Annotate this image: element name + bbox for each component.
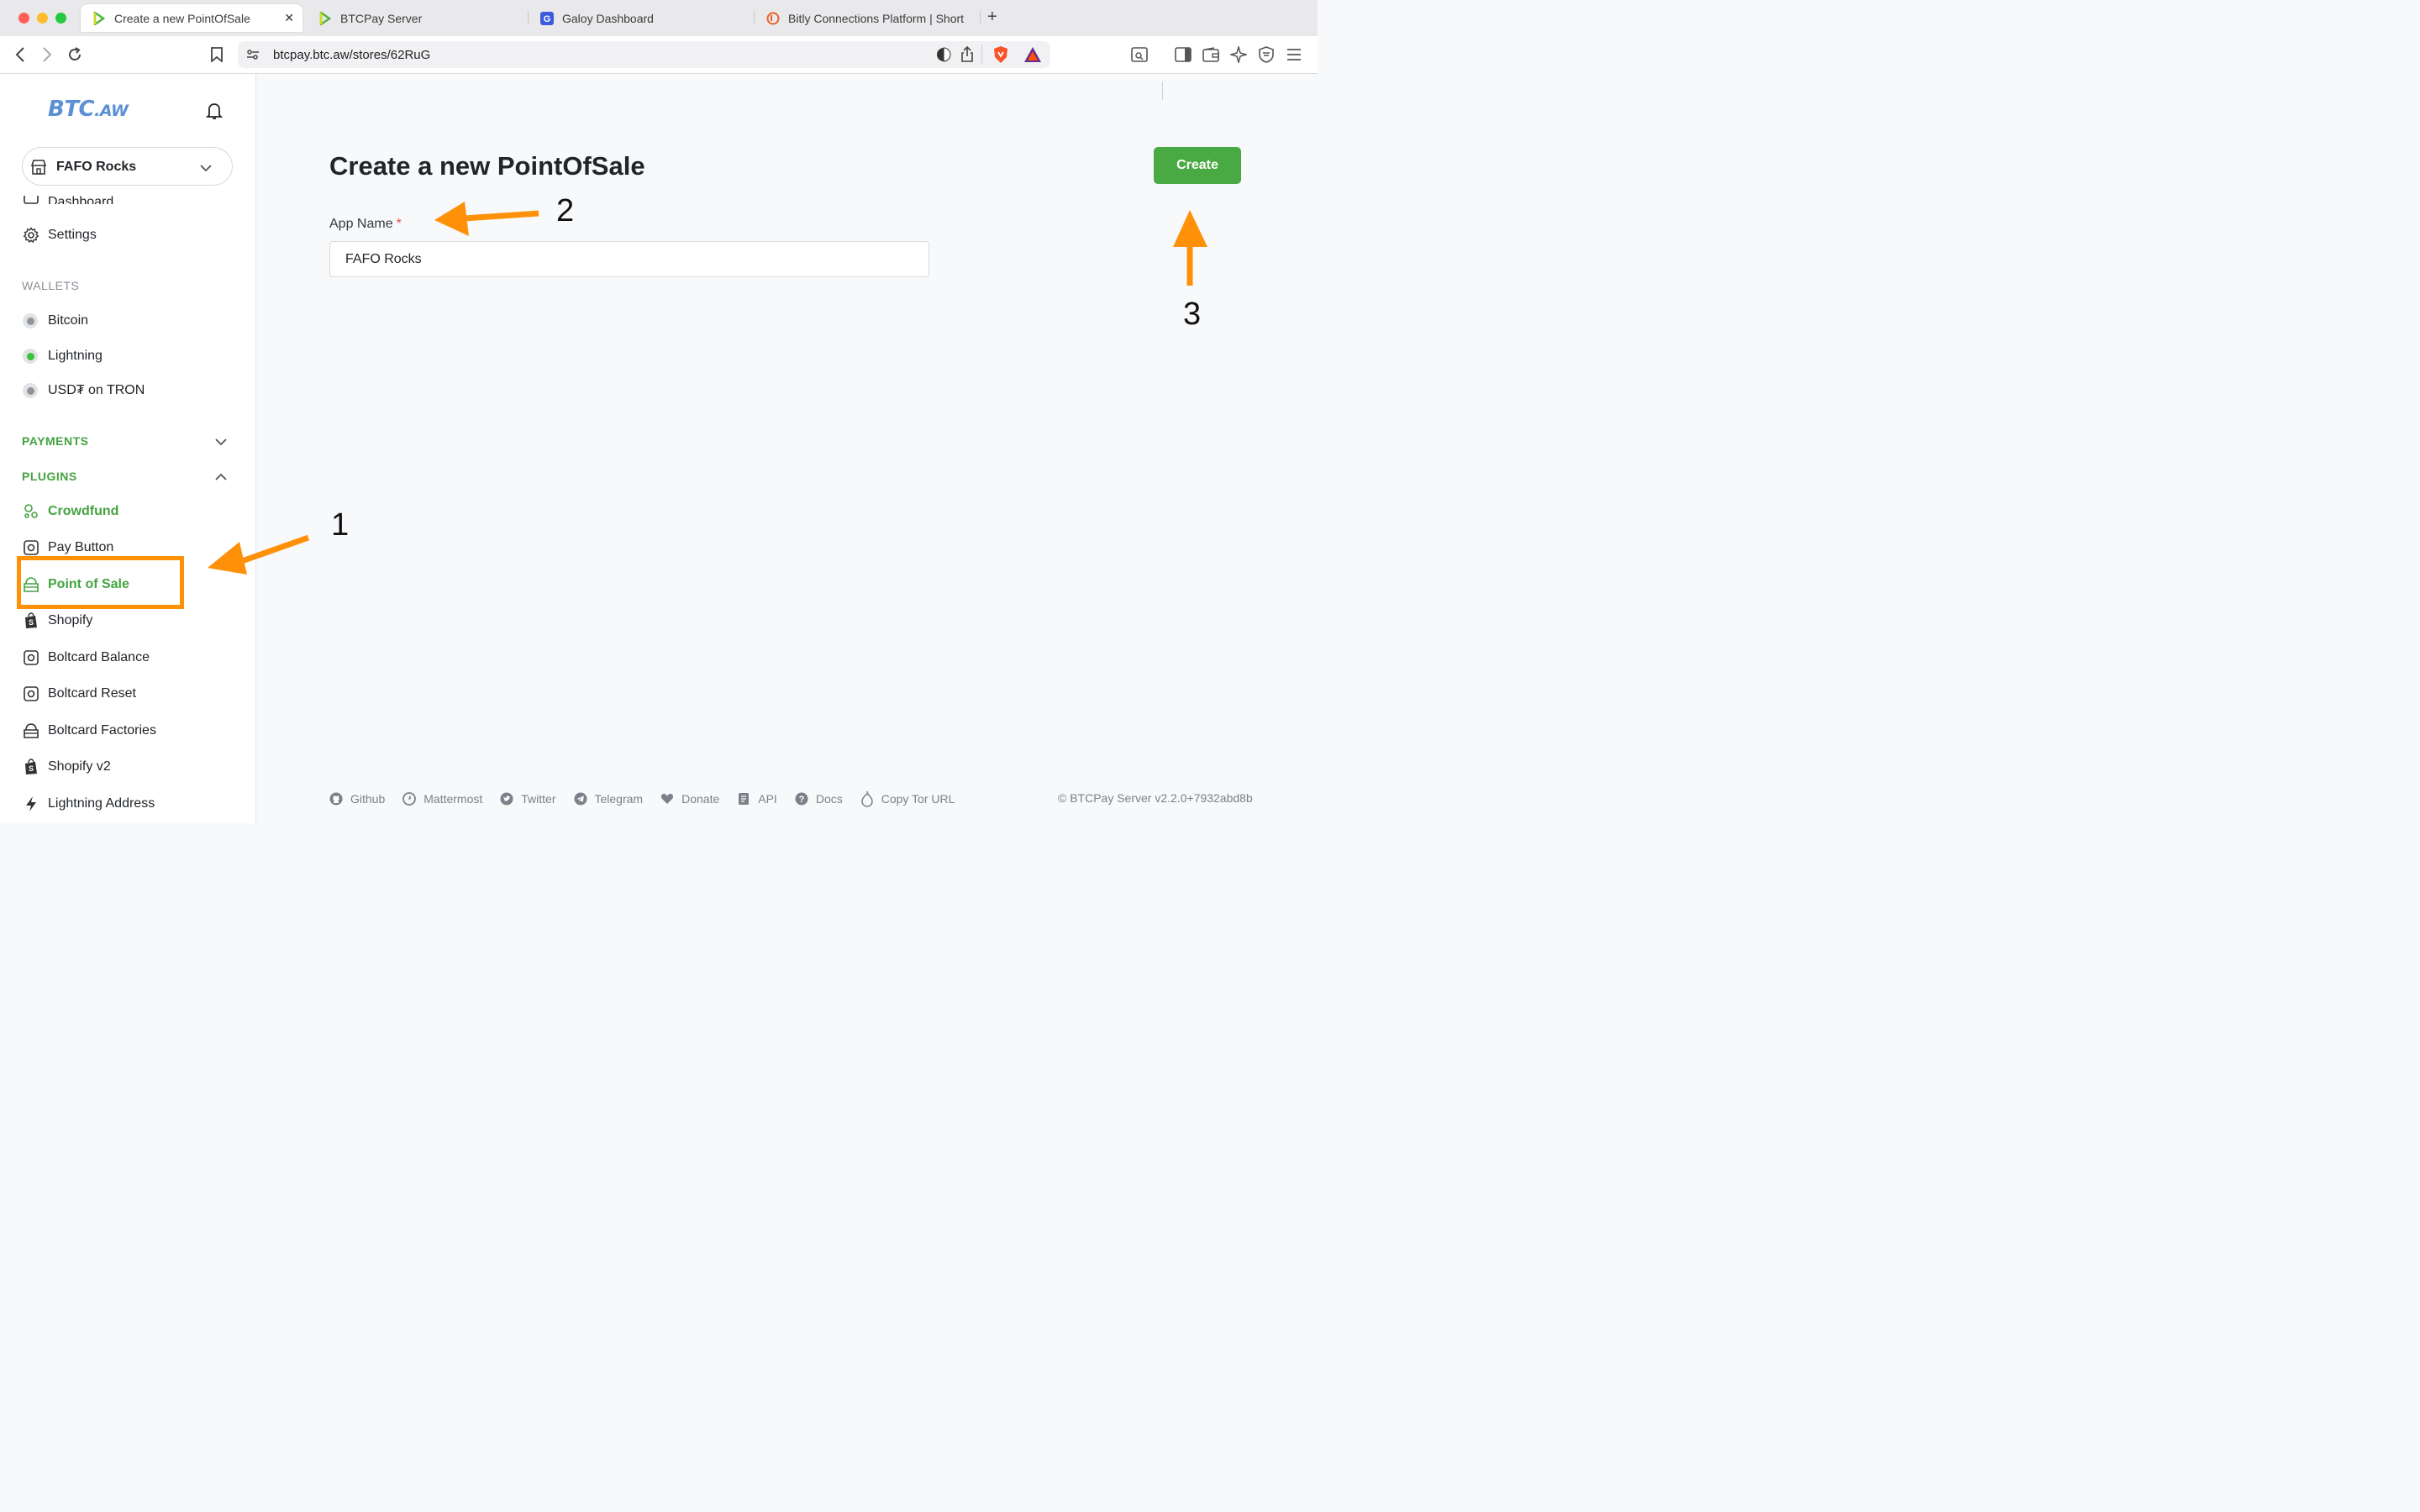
annotation-step-3: 3: [1183, 297, 1202, 332]
annotation-step-2: 2: [556, 193, 575, 228]
annotation-overlay: [208, 202, 1207, 575]
annotation-step-1: 1: [331, 507, 350, 543]
annotation-arrow-2: [434, 202, 539, 236]
page-root: Create a new PointOfSale ✕ BTCPay Server…: [0, 0, 1318, 823]
annotation-arrow-3: [1173, 210, 1207, 286]
annotation-arrow-1: [208, 534, 310, 575]
